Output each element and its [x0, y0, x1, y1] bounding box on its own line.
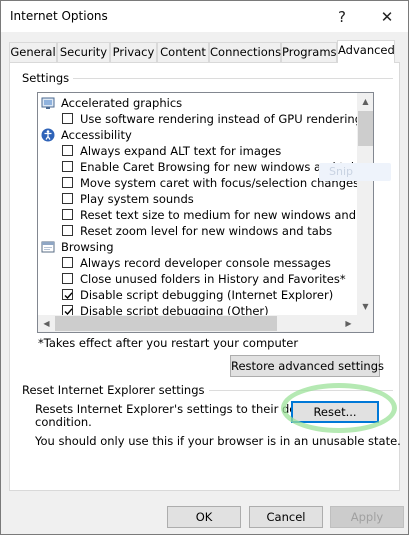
ghost-tooltip-text: Snip [329, 165, 353, 178]
horizontal-scrollbar[interactable]: ◀ ▶ [38, 315, 357, 332]
reset-warning: You should only use this if your browser… [35, 434, 401, 448]
monitor-icon [41, 97, 55, 109]
option-label: Move system caret with focus/selection c… [80, 176, 357, 190]
option-label: Play system sounds [80, 192, 194, 206]
category-label: Accelerated graphics [61, 96, 183, 110]
scroll-up-arrow-icon[interactable]: ▲ [357, 93, 373, 110]
checkbox[interactable] [62, 161, 73, 172]
option-label: Disable script debugging (Other) [80, 304, 269, 315]
scroll-thumb[interactable] [55, 316, 277, 331]
tab-security[interactable]: Security [57, 42, 110, 62]
reset-group-divider [183, 390, 393, 391]
option-label: Enable Caret Browsing for new windows an… [80, 160, 357, 174]
accessibility-icon [41, 128, 55, 142]
checkbox[interactable] [62, 193, 73, 204]
scroll-right-arrow-icon[interactable]: ▶ [340, 315, 357, 332]
tab-programs[interactable]: Programs [281, 42, 337, 62]
option-label: Reset text size to medium for new window… [80, 208, 357, 222]
settings-group-divider [65, 78, 393, 79]
option-label: Always expand ALT text for images [80, 144, 282, 158]
tab-general[interactable]: General [9, 42, 57, 62]
checkmark-icon [64, 292, 73, 300]
settings-tree: Accelerated graphics Use software render… [38, 93, 357, 315]
ghost-tooltip: Snip [319, 163, 391, 181]
tab-content[interactable]: Content [157, 42, 209, 62]
vertical-scrollbar[interactable]: ▲ ▼ [357, 93, 373, 315]
settings-group-label: Settings [22, 71, 74, 85]
internet-options-dialog: Internet Options ? ✕ General Security Pr… [0, 0, 409, 535]
checkbox[interactable] [62, 145, 73, 156]
checkbox-checked[interactable] [62, 305, 73, 315]
restore-advanced-settings-button[interactable]: Restore advanced settings [230, 355, 384, 377]
close-icon[interactable]: ✕ [377, 7, 397, 27]
option-label: Use software rendering instead of GPU re… [80, 112, 357, 126]
option-label: Close unused folders in History and Favo… [80, 272, 346, 286]
reset-button[interactable]: Reset... [291, 401, 379, 423]
checkmark-icon [64, 308, 73, 315]
tab-strip: General Security Privacy Content Connect… [9, 40, 401, 63]
title-bar: Internet Options ? ✕ [1, 1, 408, 32]
window-title: Internet Options [10, 9, 108, 23]
option-label: Disable script debugging (Internet Explo… [80, 288, 334, 302]
reset-description-line2: condition. [35, 415, 92, 429]
scroll-down-arrow-icon[interactable]: ▼ [357, 298, 373, 315]
scroll-left-arrow-icon[interactable]: ◀ [38, 315, 55, 332]
help-icon[interactable]: ? [332, 7, 352, 27]
tab-advanced[interactable]: Advanced [337, 40, 395, 63]
reset-description-line1: Resets Internet Explorer's settings to t… [35, 402, 323, 416]
scroll-thumb[interactable] [358, 111, 373, 146]
checkbox-checked[interactable] [62, 289, 73, 300]
cancel-button[interactable]: Cancel [249, 506, 323, 528]
checkbox[interactable] [62, 257, 73, 268]
checkbox[interactable] [62, 113, 73, 124]
reset-group-label: Reset Internet Explorer settings [22, 383, 209, 397]
ok-button[interactable]: OK [167, 506, 241, 528]
tab-connections[interactable]: Connections [209, 42, 281, 62]
browser-window-icon [41, 241, 55, 253]
apply-button[interactable]: Apply [330, 506, 404, 528]
checkbox[interactable] [62, 225, 73, 236]
checkbox[interactable] [62, 209, 73, 220]
checkbox[interactable] [62, 177, 73, 188]
option-label: Reset zoom level for new windows and tab… [80, 224, 333, 238]
restart-footnote: *Takes effect after you restart your com… [38, 336, 299, 350]
category-label: Accessibility [61, 128, 132, 142]
settings-tree-box: Accelerated graphics Use software render… [37, 92, 374, 333]
option-label: Always record developer console messages [80, 256, 331, 270]
checkbox[interactable] [62, 273, 73, 284]
tab-privacy[interactable]: Privacy [110, 42, 157, 62]
scrollbar-corner [357, 315, 373, 332]
category-label: Browsing [61, 240, 114, 254]
